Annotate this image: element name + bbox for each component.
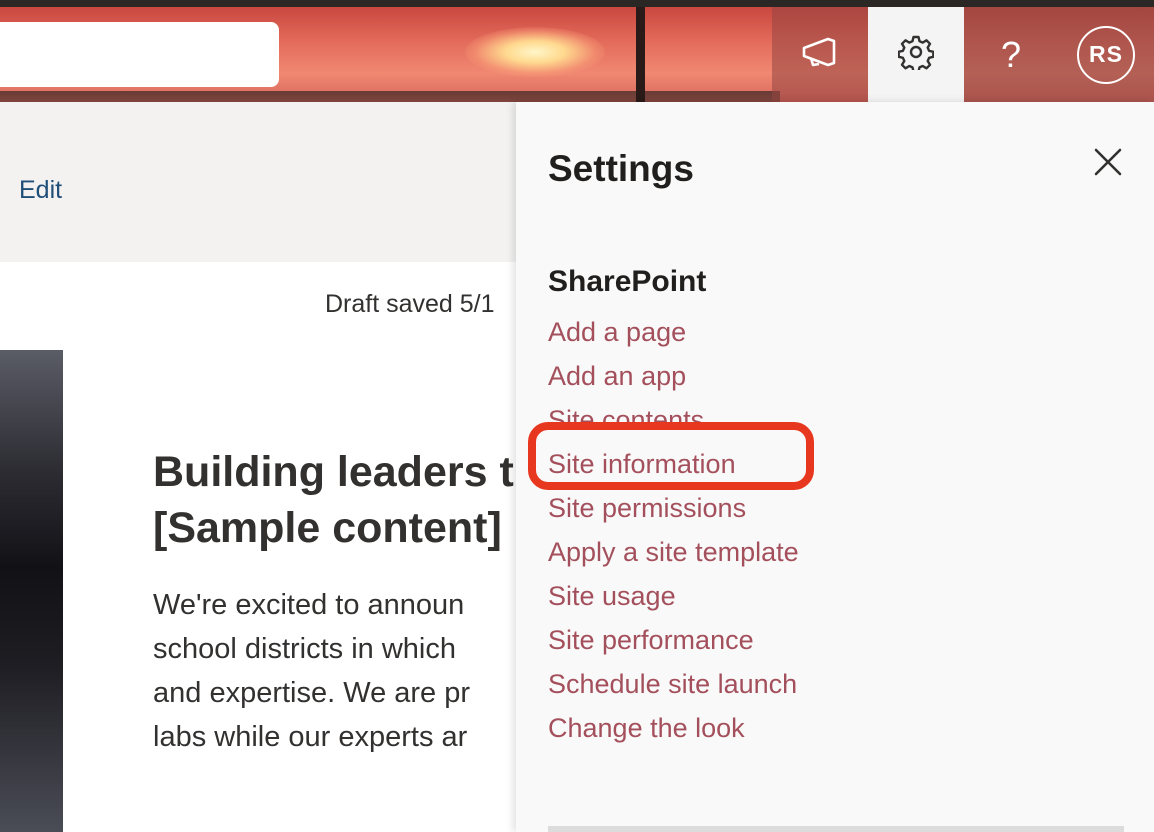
close-button[interactable] [1090,146,1126,182]
gear-icon [897,34,935,75]
search-input[interactable] [0,22,279,87]
avatar: RS [1077,25,1135,84]
menu-item-site-usage[interactable]: Site usage [548,574,799,618]
menu-item-site-information[interactable]: Site information [548,442,799,486]
menu-item-site-permissions[interactable]: Site permissions [548,486,799,530]
menu-item-add-page[interactable]: Add a page [548,310,799,354]
page-command-bar [0,102,516,262]
section-title-sharepoint: SharePoint [548,265,707,298]
edit-button[interactable]: Edit [19,176,62,205]
settings-panel: Settings SharePoint Add a page Add an ap… [516,102,1154,832]
header-banner-sun [465,27,605,77]
panel-scrollbar[interactable] [548,826,1124,832]
header-banner-pole [636,7,645,102]
panel-title: Settings [548,148,694,189]
close-icon [1094,148,1122,181]
account-button[interactable]: RS [1058,7,1154,102]
megaphone-icon [800,35,840,74]
draft-status: Draft saved 5/1 [325,290,495,318]
settings-button[interactable] [868,7,964,102]
hero-image [0,350,63,832]
menu-item-site-contents[interactable]: Site contents [548,398,799,442]
help-icon: ? [1000,33,1022,75]
window-top-strip [0,0,1154,7]
menu-item-site-performance[interactable]: Site performance [548,618,799,662]
settings-menu: Add a page Add an app Site contents Site… [548,310,799,750]
header-banner-horizon [0,91,780,102]
help-button[interactable]: ? [964,7,1058,102]
announcements-button[interactable] [772,7,868,102]
suite-header: ? RS [0,7,1154,102]
menu-item-change-the-look[interactable]: Change the look [548,706,799,750]
menu-item-apply-site-template[interactable]: Apply a site template [548,530,799,574]
menu-item-schedule-site-launch[interactable]: Schedule site launch [548,662,799,706]
menu-item-add-app[interactable]: Add an app [548,354,799,398]
